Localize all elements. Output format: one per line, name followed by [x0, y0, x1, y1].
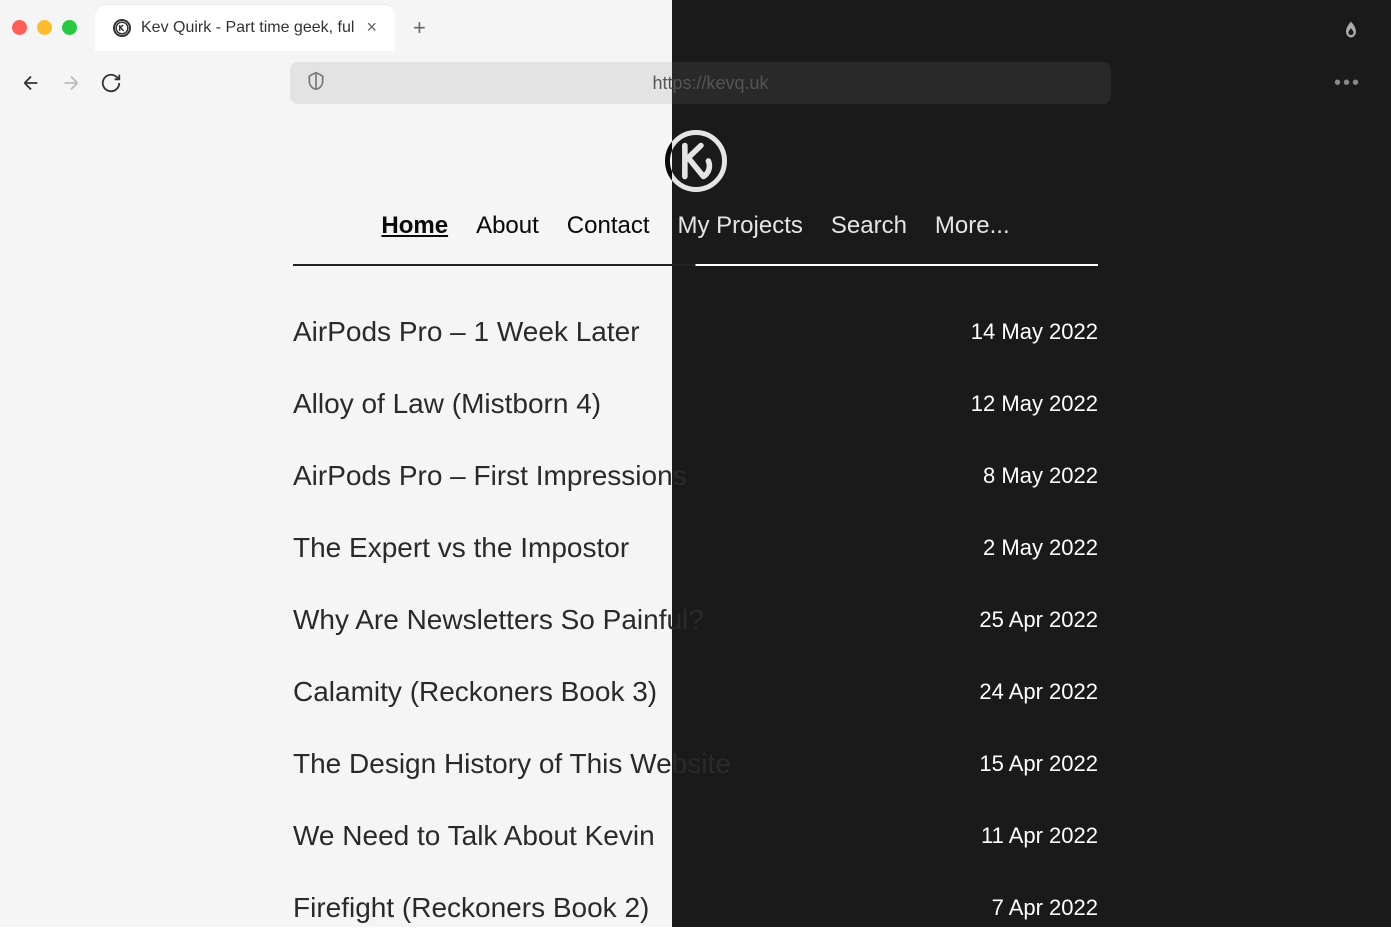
main-nav: Home About Contact My Projects Search Mo… — [293, 212, 1098, 266]
post-title: Why Are Newsletters So Painful? — [293, 604, 704, 636]
address-bar[interactable]: https://kevq.uk — [290, 62, 1111, 104]
post-title: The Design History of This Website — [293, 748, 731, 780]
browser-chrome: Kev Quirk - Part time geek, ful × + — [0, 0, 1391, 110]
post-title: AirPods Pro – 1 Week Later — [293, 316, 640, 348]
post-item[interactable]: The Design History of This Website 15 Ap… — [293, 728, 1098, 800]
post-date: 12 May 2022 — [971, 391, 1098, 417]
tab-bar: Kev Quirk - Part time geek, ful × + — [0, 0, 1391, 55]
post-date: 14 May 2022 — [971, 319, 1098, 345]
posts-list: AirPods Pro – 1 Week Later 14 May 2022 A… — [293, 266, 1098, 944]
nav-home[interactable]: Home — [381, 212, 448, 240]
browser-menu-button[interactable]: ••• — [1334, 72, 1361, 95]
post-title: AirPods Pro – First Impressions — [293, 460, 687, 492]
flame-icon[interactable] — [1341, 18, 1361, 47]
browser-tab[interactable]: Kev Quirk - Part time geek, ful × — [95, 5, 395, 51]
post-title: Firefight (Reckoners Book 2) — [293, 892, 649, 924]
post-item[interactable]: Alloy of Law (Mistborn 4) 12 May 2022 — [293, 368, 1098, 440]
page-content: Home About Contact My Projects Search Mo… — [0, 110, 1391, 944]
minimize-window-button[interactable] — [37, 20, 52, 35]
url-text: https://kevq.uk — [326, 73, 1095, 94]
tab-title: Kev Quirk - Part time geek, ful — [141, 19, 356, 37]
post-item[interactable]: Why Are Newsletters So Painful? 25 Apr 2… — [293, 584, 1098, 656]
site-logo[interactable] — [0, 130, 1391, 192]
nav-projects[interactable]: My Projects — [678, 212, 803, 240]
new-tab-button[interactable]: + — [413, 15, 426, 41]
post-date: 24 Apr 2022 — [979, 679, 1098, 705]
post-item[interactable]: The Expert vs the Impostor 2 May 2022 — [293, 512, 1098, 584]
post-title: The Expert vs the Impostor — [293, 532, 629, 564]
tab-favicon-icon — [113, 19, 131, 37]
nav-contact[interactable]: Contact — [567, 212, 650, 240]
back-button[interactable] — [20, 72, 42, 94]
post-date: 7 Apr 2022 — [992, 895, 1098, 921]
post-item[interactable]: We Need to Talk About Kevin 11 Apr 2022 — [293, 800, 1098, 872]
tab-close-button[interactable]: × — [366, 17, 377, 38]
post-item[interactable]: Calamity (Reckoners Book 3) 24 Apr 2022 — [293, 656, 1098, 728]
post-item[interactable]: AirPods Pro – First Impressions 8 May 20… — [293, 440, 1098, 512]
post-date: 8 May 2022 — [983, 463, 1098, 489]
nav-more[interactable]: More... — [935, 212, 1010, 240]
post-title: Calamity (Reckoners Book 3) — [293, 676, 657, 708]
maximize-window-button[interactable] — [62, 20, 77, 35]
post-title: Alloy of Law (Mistborn 4) — [293, 388, 601, 420]
post-title: We Need to Talk About Kevin — [293, 820, 655, 852]
shield-icon[interactable] — [306, 71, 326, 96]
nav-about[interactable]: About — [476, 212, 539, 240]
post-item[interactable]: AirPods Pro – 1 Week Later 14 May 2022 — [293, 296, 1098, 368]
post-date: 15 Apr 2022 — [979, 751, 1098, 777]
nav-search[interactable]: Search — [831, 212, 907, 240]
post-item[interactable]: Firefight (Reckoners Book 2) 7 Apr 2022 — [293, 872, 1098, 944]
close-window-button[interactable] — [12, 20, 27, 35]
reload-button[interactable] — [100, 72, 122, 94]
post-date: 11 Apr 2022 — [981, 823, 1098, 849]
post-date: 25 Apr 2022 — [979, 607, 1098, 633]
window-controls — [12, 20, 77, 35]
forward-button[interactable] — [60, 72, 82, 94]
post-date: 2 May 2022 — [983, 535, 1098, 561]
